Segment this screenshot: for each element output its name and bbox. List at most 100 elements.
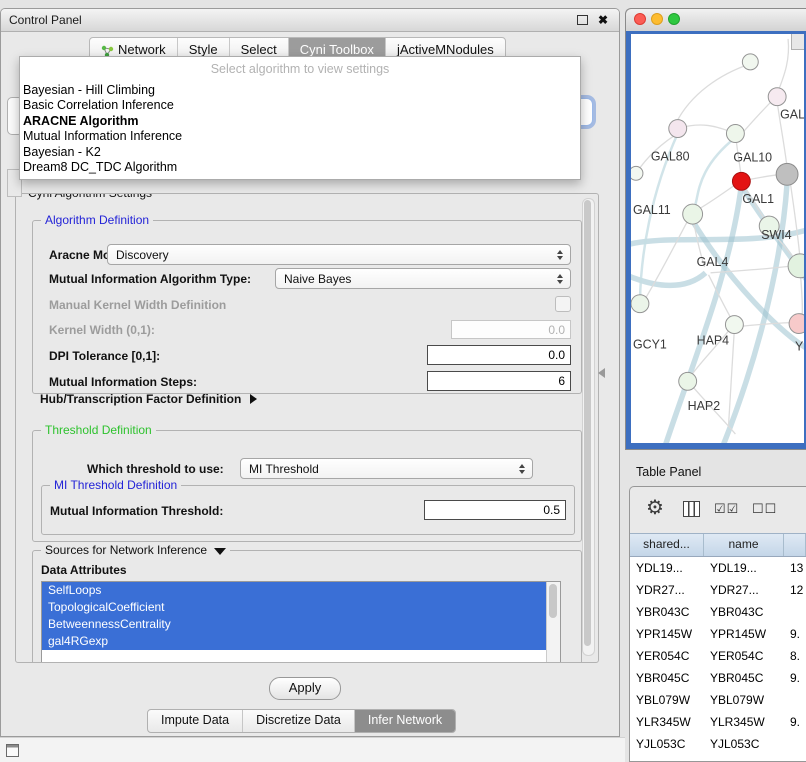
which-threshold-value: MI Threshold — [249, 462, 319, 476]
network-node[interactable] — [725, 316, 743, 334]
attribute-list-item[interactable]: gal4RGexp — [42, 633, 560, 650]
attribute-list-scrollbar[interactable] — [546, 582, 560, 663]
popup-placeholder[interactable]: Select algorithm to view settings — [20, 57, 580, 83]
attribute-list-item[interactable]: BetweennessCentrality — [42, 616, 560, 633]
bottom-dock — [0, 737, 625, 762]
table-cell: YER054C — [630, 645, 704, 667]
mi-threshold-group: MI Threshold Definition Mutual Informati… — [41, 485, 575, 535]
algorithm-option[interactable]: Bayesian - Hill Climbing — [20, 83, 580, 98]
node-table: shared... name YDL19...YDL19...13YDR27..… — [630, 533, 806, 761]
table-cell: 9. — [784, 623, 806, 645]
bottom-tabbar: Impute Data Discretize Data Infer Networ… — [147, 709, 456, 733]
table-row[interactable]: YDL19...YDL19...13 — [630, 557, 806, 579]
table-cell: YDR27... — [704, 579, 784, 601]
kernel-width-label: Kernel Width (0,1): — [49, 323, 155, 337]
canvas-scrollbar-corner[interactable] — [791, 34, 804, 50]
algorithm-dropdown-popup: Select algorithm to view settings Bayesi… — [19, 56, 581, 180]
clear-checkboxes-icon[interactable]: ☐☐ — [752, 501, 777, 517]
algorithm-definition-title: Algorithm Definition — [41, 213, 153, 227]
column-header-shared-name[interactable]: shared... — [630, 534, 704, 556]
network-node[interactable] — [631, 295, 649, 313]
tab-impute-data[interactable]: Impute Data — [148, 710, 242, 732]
network-node[interactable] — [679, 372, 697, 390]
attribute-list-item[interactable]: TopologicalCoefficient — [42, 599, 560, 616]
network-node[interactable] — [789, 314, 804, 334]
mi-steps-field[interactable]: 6 — [427, 371, 571, 391]
algorithm-option[interactable]: Mutual Information Inference — [20, 129, 580, 144]
column-header-name[interactable]: name — [704, 534, 784, 556]
network-node[interactable] — [683, 204, 703, 224]
network-edge[interactable] — [643, 219, 689, 303]
table-cell: YPR145W — [630, 623, 704, 645]
algorithm-option[interactable]: ARACNE Algorithm — [20, 114, 580, 129]
column-chooser-icon[interactable] — [683, 501, 700, 517]
network-edge[interactable] — [699, 183, 738, 209]
attribute-list-item[interactable]: SelfLoops — [42, 582, 560, 599]
tab-infer-network[interactable]: Infer Network — [354, 710, 455, 732]
mi-algorithm-type-select[interactable]: Naive Bayes — [275, 268, 571, 289]
network-node[interactable] — [732, 172, 750, 190]
network-canvas[interactable]: GAL80GAL10GALGAL11GAL1SWI4GAL4GCY1HAP4HA… — [631, 34, 804, 443]
sources-group-title[interactable]: Sources for Network Inference — [41, 543, 230, 557]
table-cell: YJL053C — [704, 733, 784, 755]
close-traffic-light[interactable] — [634, 13, 646, 25]
zoom-traffic-light[interactable] — [668, 13, 680, 25]
hub-definition-toggle[interactable]: Hub/Transcription Factor Definition — [40, 392, 257, 406]
dpi-tolerance-field[interactable]: 0.0 — [427, 345, 571, 365]
aracne-mode-select[interactable]: Discovery — [107, 244, 571, 265]
algorithm-option[interactable]: Basic Correlation Inference — [20, 98, 580, 113]
network-node[interactable] — [768, 88, 786, 106]
network-node[interactable] — [726, 125, 744, 143]
network-window-titlebar[interactable] — [626, 9, 806, 32]
table-cell: 9. — [784, 667, 806, 689]
minimized-panel-icon[interactable] — [6, 744, 19, 757]
table-toolbar: ⚙ ☑☑ ☐☐ — [630, 487, 806, 533]
table-row[interactable]: YBR043CYBR043C — [630, 601, 806, 623]
network-edge[interactable] — [676, 64, 751, 124]
node-label: HAP4 — [697, 333, 730, 347]
node-label: Y — [795, 339, 804, 353]
kernel-width-field[interactable]: 0.0 — [451, 320, 571, 339]
close-window-icon[interactable]: ✖ — [598, 13, 608, 27]
network-node[interactable] — [776, 163, 798, 185]
network-node[interactable] — [631, 166, 643, 180]
control-panel-titlebar[interactable]: Control Panel ✖ — [1, 9, 619, 32]
threshold-definition-title: Threshold Definition — [41, 423, 156, 437]
algorithm-option[interactable]: Bayesian - K2 — [20, 145, 580, 160]
network-edge[interactable] — [790, 181, 800, 258]
gear-icon[interactable]: ⚙ — [646, 498, 664, 518]
table-row[interactable]: YPR145WYPR145W9. — [630, 623, 806, 645]
table-row[interactable]: YBR045CYBR045C9. — [630, 667, 806, 689]
table-row[interactable]: YDR27...YDR27...12 — [630, 579, 806, 601]
network-node[interactable] — [669, 120, 687, 138]
combo-arrows-icon — [557, 274, 563, 284]
table-cell: YBL079W — [704, 689, 784, 711]
manual-kernel-checkbox[interactable] — [555, 296, 571, 312]
table-cell: YBR045C — [704, 667, 784, 689]
network-node[interactable] — [742, 54, 758, 70]
algorithm-definition-group: Algorithm Definition Aracne Mode: Discov… — [32, 220, 582, 394]
table-row[interactable]: YER054CYER054C8. — [630, 645, 806, 667]
node-label: GAL80 — [651, 149, 690, 163]
column-header-extra[interactable] — [784, 534, 806, 556]
panel-collapse-arrow-icon[interactable] — [598, 368, 605, 378]
data-attributes-list[interactable]: SelfLoopsTopologicalCoefficientBetweenne… — [41, 581, 561, 663]
table-row[interactable]: YLR345WYLR345W9. — [630, 711, 806, 733]
which-threshold-select[interactable]: MI Threshold — [240, 458, 533, 479]
tab-discretize-data[interactable]: Discretize Data — [242, 710, 354, 732]
float-window-icon[interactable] — [577, 15, 588, 25]
node-label: GAL — [780, 108, 804, 122]
table-row[interactable]: YJL053CYJL053C — [630, 733, 806, 755]
table-cell: YJL053C — [630, 733, 704, 755]
settings-scrollbar[interactable] — [582, 198, 595, 656]
apply-button[interactable]: Apply — [269, 677, 341, 700]
network-edge[interactable] — [777, 39, 788, 94]
minimize-traffic-light[interactable] — [651, 13, 663, 25]
table-row[interactable]: YBL079WYBL079W — [630, 689, 806, 711]
algorithm-option[interactable]: Dream8 DC_TDC Algorithm — [20, 160, 580, 175]
table-cell: 13 — [784, 557, 806, 579]
select-all-checkboxes-icon[interactable]: ☑☑ — [714, 501, 739, 517]
network-edge[interactable] — [693, 137, 736, 209]
mi-threshold-field[interactable]: 0.5 — [424, 500, 566, 520]
node-label: HAP2 — [688, 399, 721, 413]
